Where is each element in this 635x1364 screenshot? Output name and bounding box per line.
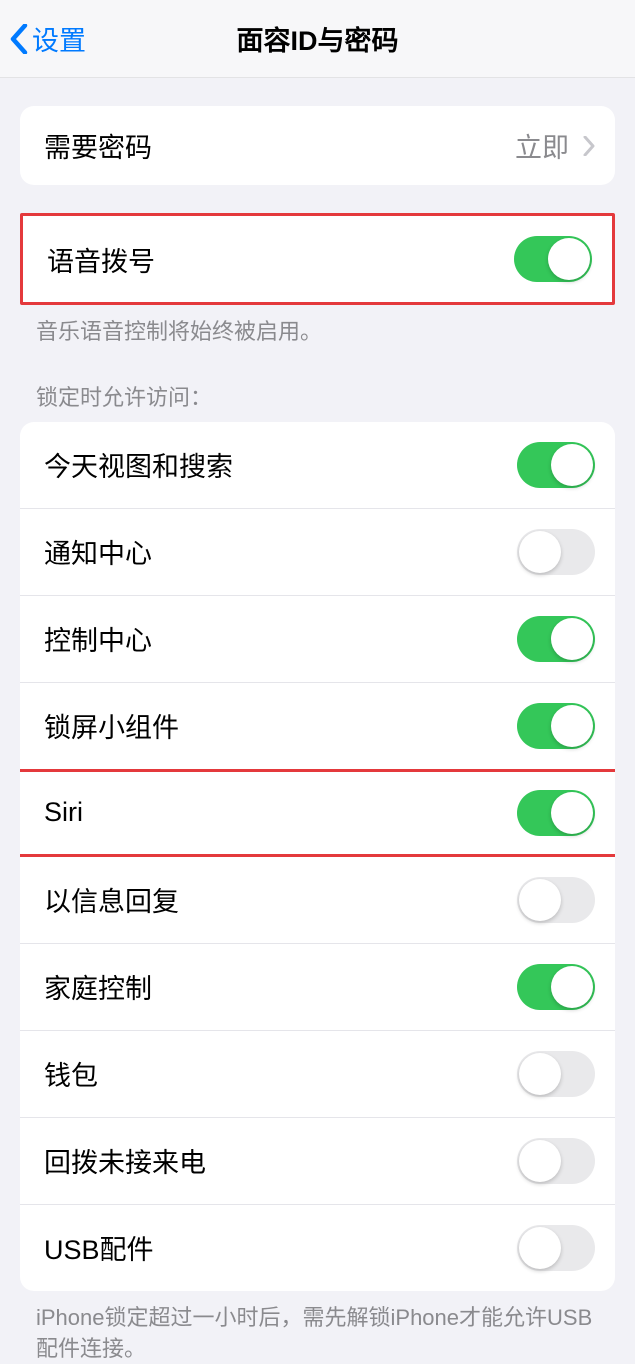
chevron-left-icon: [10, 24, 28, 54]
lock-access-toggle[interactable]: [517, 790, 595, 836]
lock-access-toggle[interactable]: [517, 1225, 595, 1271]
lock-access-toggle[interactable]: [517, 1138, 595, 1184]
voice-dial-toggle[interactable]: [514, 236, 592, 282]
lock-access-row: 控制中心: [20, 596, 615, 683]
lock-access-label: 回拨未接来电: [44, 1141, 206, 1180]
lock-access-toggle[interactable]: [517, 877, 595, 923]
voice-dial-row: 语音拨号: [23, 216, 612, 302]
lock-access-toggle[interactable]: [517, 529, 595, 575]
lock-access-toggle[interactable]: [517, 616, 595, 662]
require-passcode-value: 立即: [515, 126, 595, 165]
navigation-bar: 设置 面容ID与密码: [0, 0, 635, 78]
lock-access-row: 锁屏小组件: [20, 683, 615, 770]
lock-access-toggle[interactable]: [517, 964, 595, 1010]
lock-access-row: USB配件: [20, 1205, 615, 1291]
lock-access-group: 今天视图和搜索通知中心控制中心锁屏小组件 Siri 以信息回复家庭控制钱包回拨未接来…: [20, 422, 615, 1291]
lock-access-row: 通知中心: [20, 509, 615, 596]
lock-access-label: 通知中心: [44, 532, 152, 571]
lock-access-label: 锁屏小组件: [44, 706, 179, 745]
lock-access-toggle[interactable]: [517, 442, 595, 488]
voice-dial-label: 语音拨号: [47, 240, 155, 279]
chevron-right-icon: [583, 136, 595, 156]
lock-access-toggle[interactable]: [517, 703, 595, 749]
lock-access-row: 家庭控制: [20, 944, 615, 1031]
voice-dial-footer: 音乐语音控制将始终被启用。: [0, 305, 635, 348]
lock-access-row: 今天视图和搜索: [20, 422, 615, 509]
require-passcode-row[interactable]: 需要密码 立即: [20, 106, 615, 185]
require-passcode-label: 需要密码: [44, 126, 152, 165]
require-passcode-group: 需要密码 立即: [20, 106, 615, 185]
lock-access-row: Siri: [20, 770, 615, 857]
lock-access-label: 控制中心: [44, 619, 152, 658]
lock-access-row: 回拨未接来电: [20, 1118, 615, 1205]
lock-access-label: 今天视图和搜索: [44, 445, 233, 484]
lock-access-label: 以信息回复: [44, 880, 179, 919]
back-label: 设置: [32, 19, 86, 58]
page-title: 面容ID与密码: [237, 19, 399, 58]
lock-access-row: 以信息回复: [20, 857, 615, 944]
usb-footer: iPhone锁定超过一小时后，需先解锁iPhone才能允许USB配件连接。: [0, 1291, 635, 1364]
lock-access-row: 钱包: [20, 1031, 615, 1118]
lock-access-toggle[interactable]: [517, 1051, 595, 1097]
lock-access-label: 家庭控制: [44, 967, 152, 1006]
lock-access-label: 钱包: [44, 1054, 98, 1093]
voice-dial-group: 语音拨号: [20, 213, 615, 305]
lock-access-header: 锁定时允许访问：: [0, 348, 635, 422]
lock-access-label: Siri: [44, 797, 83, 828]
lock-access-label: USB配件: [44, 1228, 154, 1267]
back-button[interactable]: 设置: [10, 19, 86, 58]
